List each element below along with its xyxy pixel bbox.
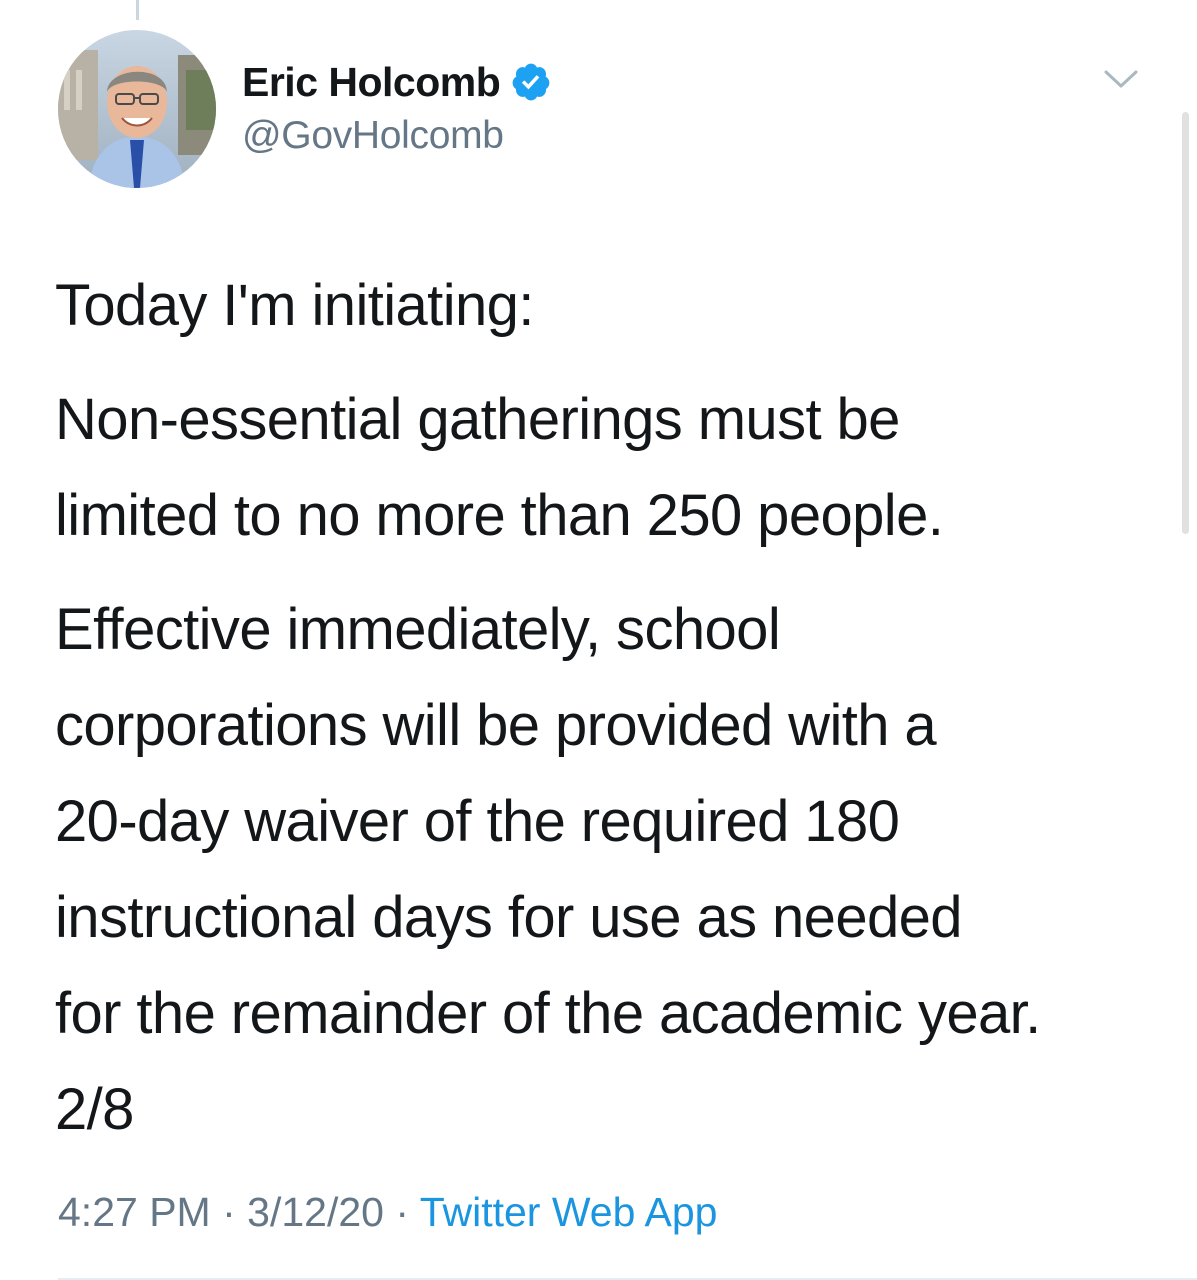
tweet-text: Today I'm initiating: Non-essential gath… bbox=[55, 258, 1165, 1158]
author-handle[interactable]: @GovHolcomb bbox=[242, 114, 504, 158]
tweet-time[interactable]: 4:27 PM bbox=[58, 1189, 211, 1235]
author-display-name[interactable]: Eric Holcomb bbox=[242, 59, 501, 106]
chevron-down-icon[interactable] bbox=[1100, 64, 1142, 92]
tweet-paragraph: Non-essential gatherings must be limited… bbox=[55, 387, 944, 548]
meta-separator: · bbox=[222, 1189, 236, 1235]
meta-separator: · bbox=[395, 1189, 410, 1235]
tweet-paragraph: Effective immediately, school corporatio… bbox=[55, 597, 1041, 1142]
tweet-source-link[interactable]: Twitter Web App bbox=[420, 1189, 718, 1235]
tweet-paragraph: Today I'm initiating: bbox=[55, 273, 534, 338]
verified-badge-icon bbox=[512, 63, 550, 101]
scrollbar[interactable] bbox=[1182, 112, 1189, 534]
avatar-photo-icon bbox=[58, 30, 216, 188]
thread-connector-line bbox=[136, 0, 139, 20]
avatar[interactable] bbox=[58, 30, 216, 188]
tweet-date[interactable]: 3/12/20 bbox=[247, 1189, 384, 1235]
tweet-metadata: 4:27 PM · 3/12/20 · Twitter Web App bbox=[58, 1186, 717, 1238]
author-name-row[interactable]: Eric Holcomb bbox=[242, 56, 552, 108]
